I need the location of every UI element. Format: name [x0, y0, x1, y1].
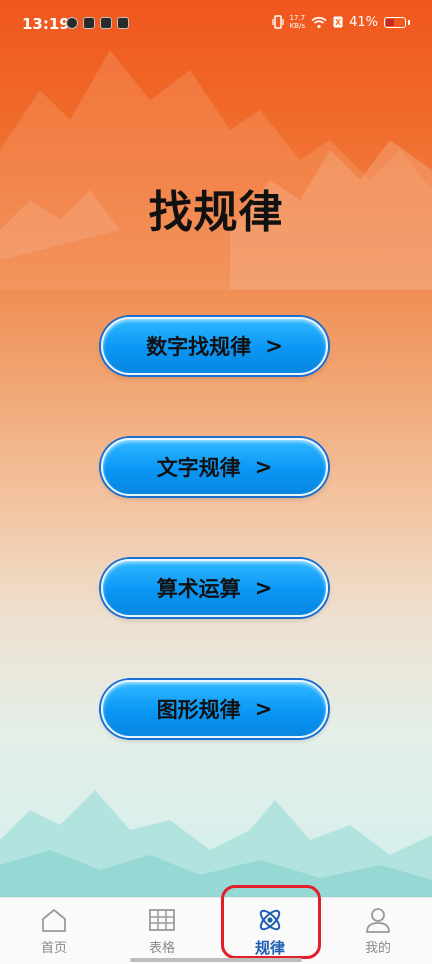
vibrate-icon	[271, 15, 284, 29]
battery-tip	[408, 19, 410, 25]
battery-percent: 41%	[349, 14, 378, 30]
check-badge-icon	[66, 17, 78, 29]
system-status: 17.7 KB/s 41%	[271, 14, 410, 30]
nav-item-table[interactable]: 表格	[108, 898, 216, 964]
chevron-right-icon: >	[265, 334, 283, 358]
shape-pattern-button[interactable]: 图形规律 >	[101, 680, 328, 738]
page-title: 找规律	[148, 187, 284, 238]
status-time: 13:19	[22, 15, 70, 33]
chevron-right-icon: >	[254, 576, 273, 600]
button-label: 数字找规律	[146, 335, 252, 359]
home-indicator[interactable]	[130, 958, 302, 962]
atom-icon	[255, 906, 285, 934]
nav-item-profile[interactable]: 我的	[324, 898, 432, 964]
bottom-nav: 首页 表格 规律 我的	[0, 897, 432, 964]
net-speed: 17.7 KB/s	[290, 14, 306, 30]
net-speed-value: 17.7	[289, 14, 306, 22]
nav-label: 表格	[148, 941, 175, 956]
wifi-icon	[311, 16, 327, 28]
number-pattern-button[interactable]: 数字找规律 >	[101, 317, 328, 375]
user-icon	[363, 906, 393, 934]
mountain-background-bottom	[0, 790, 432, 900]
app-notification-icon	[117, 17, 129, 29]
button-label: 文字规律	[156, 456, 241, 480]
chevron-right-icon: >	[254, 455, 273, 479]
mountain-background-top	[0, 50, 432, 290]
app-screen: 13:19 17.7 KB/s 41% 找规律 数字找规律 > 文字规律 > 算…	[0, 0, 432, 964]
button-label: 图形规律	[156, 698, 241, 722]
status-bar: 13:19 17.7 KB/s 41%	[0, 0, 432, 52]
grid-icon	[147, 906, 177, 934]
button-label: 算术运算	[156, 577, 241, 601]
play-app-icon	[83, 17, 95, 29]
battery-icon	[384, 16, 406, 28]
chevron-right-icon: >	[254, 697, 273, 721]
mail-app-icon	[100, 17, 112, 29]
nav-label: 规律	[254, 939, 285, 957]
nav-label: 我的	[364, 941, 391, 956]
net-speed-unit: KB/s	[289, 22, 305, 30]
no-sim-icon	[333, 16, 343, 28]
home-icon	[39, 906, 69, 934]
nav-label: 首页	[40, 941, 67, 956]
arithmetic-button[interactable]: 算术运算 >	[101, 559, 328, 617]
text-pattern-button[interactable]: 文字规律 >	[101, 438, 328, 496]
nav-item-home[interactable]: 首页	[0, 898, 108, 964]
nav-item-pattern[interactable]: 规律	[216, 898, 324, 964]
notification-icons	[66, 17, 129, 29]
